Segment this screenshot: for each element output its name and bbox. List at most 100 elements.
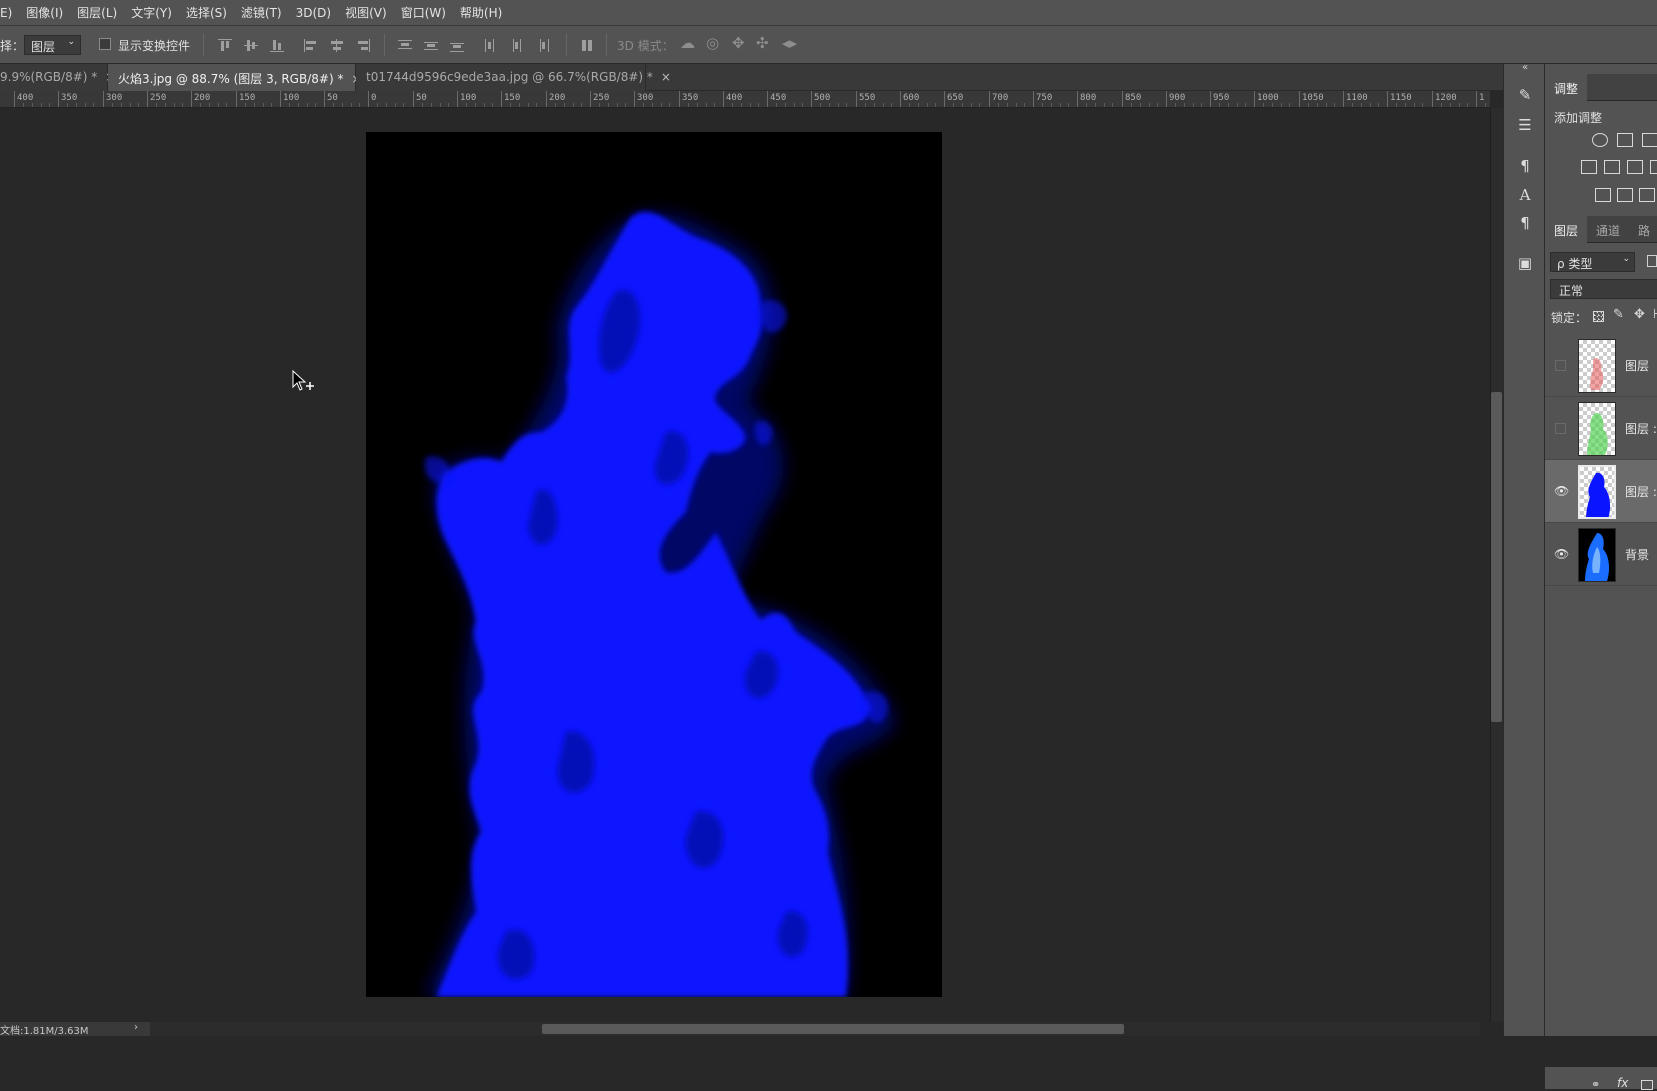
lock-transparent-icon[interactable] <box>1593 311 1604 322</box>
lock-all-icon[interactable]: ⊢ <box>1653 307 1657 322</box>
photo-filter-icon[interactable] <box>1650 160 1657 174</box>
auto-select-value: 图层 <box>31 40 56 54</box>
threshold-icon[interactable] <box>1617 188 1633 202</box>
align-bottom-icon[interactable] <box>270 39 284 52</box>
tab-doc-2[interactable]: 火焰3.jpg @ 88.7% (图层 3, RGB/8#) *× <box>108 64 362 91</box>
3d-pan-icon[interactable]: ✥ <box>732 34 745 52</box>
brightness-icon[interactable] <box>1592 133 1608 147</box>
menu-image[interactable]: 图像(I) <box>19 4 70 21</box>
visibility-toggle[interactable] <box>1555 360 1566 371</box>
tab-channels[interactable]: 通道 <box>1587 216 1629 243</box>
ruler-minor-tick <box>1184 103 1185 107</box>
tab-paths[interactable]: 路 <box>1629 216 1657 243</box>
ruler-minor-tick <box>138 103 139 107</box>
menu-layer[interactable]: 图层(L) <box>70 4 124 21</box>
tab-doc-3[interactable]: t01744d9596c9ede3aa.jpg @ 66.7%(RGB/8#) … <box>356 64 671 91</box>
eye-icon[interactable]: 👁 <box>1554 547 1569 561</box>
menu-window[interactable]: 窗口(W) <box>394 4 453 21</box>
layers-tabs: 图层 通道 路 <box>1545 216 1657 243</box>
align-hcenter-icon[interactable] <box>330 39 344 52</box>
layer-name[interactable]: 图层 <box>1625 357 1649 374</box>
ruler-tick <box>811 91 812 107</box>
menu-select[interactable]: 选择(S) <box>179 4 234 21</box>
3d-scale-icon[interactable]: ◂▸ <box>782 34 797 52</box>
layer-row[interactable]: 图层 <box>1545 334 1657 397</box>
auto-select-dropdown[interactable]: 图层 ⌄ <box>24 35 81 55</box>
levels-icon[interactable] <box>1617 133 1633 147</box>
panel-icon-column: « ✎ ☰ ¶ A ¶ ▣ <box>1503 62 1545 1036</box>
eye-icon[interactable]: 👁 <box>1554 484 1569 498</box>
add-mask-icon[interactable] <box>1641 1080 1653 1090</box>
menu-filter[interactable]: 滤镜(T) <box>234 4 289 21</box>
menu-edit[interactable]: E) <box>0 6 19 20</box>
align-top-icon[interactable] <box>218 39 232 52</box>
lock-brush-icon[interactable]: ✎ <box>1613 307 1624 322</box>
ruler-minor-tick <box>927 103 928 107</box>
menu-type[interactable]: 文字(Y) <box>124 4 179 21</box>
3d-orbit-icon[interactable]: ☁ <box>680 34 695 52</box>
character-style-icon[interactable]: ¶ <box>1515 157 1535 175</box>
color-balance-icon[interactable] <box>1604 160 1620 174</box>
invert-icon[interactable] <box>1595 188 1611 202</box>
layer-row[interactable]: 图层 : <box>1545 397 1657 460</box>
menu-view[interactable]: 视图(V) <box>338 4 394 21</box>
ruler-minor-tick <box>1334 103 1335 107</box>
horizontal-scroll-thumb[interactable] <box>542 1024 1124 1034</box>
distribute-left-icon[interactable] <box>484 39 498 52</box>
tab-adjust[interactable]: 调整 <box>1545 74 1588 101</box>
paragraph-icon[interactable]: ¶ <box>1515 214 1535 232</box>
ruler-minor-tick <box>85 103 86 107</box>
distribute-bottom-icon[interactable] <box>450 39 464 52</box>
status-menu-arrow[interactable]: › <box>134 1022 138 1033</box>
character-icon[interactable]: A <box>1515 186 1535 204</box>
align-vcenter-icon[interactable] <box>244 39 258 52</box>
menu-3d[interactable]: 3D(D) <box>289 6 338 20</box>
fx-icon[interactable]: fx <box>1617 1076 1628 1090</box>
properties-icon[interactable]: ☰ <box>1515 116 1535 134</box>
distribute-vcenter-icon[interactable] <box>424 39 438 52</box>
layer-name[interactable]: 图层 : <box>1625 420 1657 437</box>
vertical-scroll-thumb[interactable] <box>1491 392 1502 722</box>
layer-row[interactable]: 👁 图层 : <box>1545 460 1657 523</box>
document-canvas[interactable] <box>366 132 942 997</box>
horizontal-ruler[interactable]: 400 350 300 250 200 150 100 50 0 50 100 150 200 250 30… <box>0 91 1490 108</box>
layer-filter-dropdown[interactable]: ρ 类型 ⌄ <box>1550 252 1635 272</box>
ruler-minor-tick <box>475 103 476 107</box>
ruler-minor-tick <box>263 103 264 107</box>
layer-name[interactable]: 图层 : <box>1625 483 1657 500</box>
vibrance-icon[interactable] <box>1581 160 1597 174</box>
link-icon[interactable]: ⚭ <box>1591 1078 1600 1091</box>
tab-layers[interactable]: 图层 <box>1545 216 1588 243</box>
show-transform-checkbox[interactable] <box>99 38 111 50</box>
collapse-icon[interactable]: « <box>1522 62 1528 73</box>
menu-help[interactable]: 帮助(H) <box>453 4 509 21</box>
image-filter-icon[interactable] <box>1647 255 1657 267</box>
ruler-minor-tick <box>333 103 334 107</box>
layer-name[interactable]: 背景 <box>1625 546 1649 563</box>
3d-roll-icon[interactable]: ◎ <box>706 34 719 52</box>
gradient-map-icon[interactable] <box>1639 188 1655 202</box>
align-right-icon[interactable] <box>356 39 370 52</box>
distribute-top-icon[interactable] <box>398 39 412 52</box>
3d-icon[interactable]: ▣ <box>1515 254 1535 272</box>
curves-icon[interactable] <box>1642 133 1657 147</box>
tab-doc-1[interactable]: 9.9%(RGB/8#) *× <box>0 64 115 91</box>
black-white-icon[interactable] <box>1627 160 1643 174</box>
3d-slide-icon[interactable]: ✣ <box>756 34 769 52</box>
auto-align-icon[interactable] <box>580 39 594 52</box>
blend-mode-dropdown[interactable]: 正常 <box>1550 279 1657 299</box>
ruler-minor-tick <box>1112 103 1113 107</box>
history-brush-icon[interactable]: ✎ <box>1515 86 1535 104</box>
distribute-hcenter-icon[interactable] <box>510 39 524 52</box>
lock-move-icon[interactable]: ✥ <box>1634 307 1645 322</box>
ruler-minor-tick <box>1140 103 1141 107</box>
visibility-toggle[interactable] <box>1555 423 1566 434</box>
ruler-minor-tick <box>1016 103 1017 107</box>
close-icon[interactable]: × <box>661 70 671 84</box>
distribute-right-icon[interactable] <box>536 39 550 52</box>
ruler-minor-tick <box>1149 103 1150 107</box>
ruler-minor-tick <box>1396 103 1397 107</box>
align-left-icon[interactable] <box>304 39 318 52</box>
tab-doc-2-label: 火焰3.jpg @ 88.7% (图层 3, RGB/8#) * <box>118 72 344 86</box>
layer-row[interactable]: 👁 背景 <box>1545 523 1657 586</box>
